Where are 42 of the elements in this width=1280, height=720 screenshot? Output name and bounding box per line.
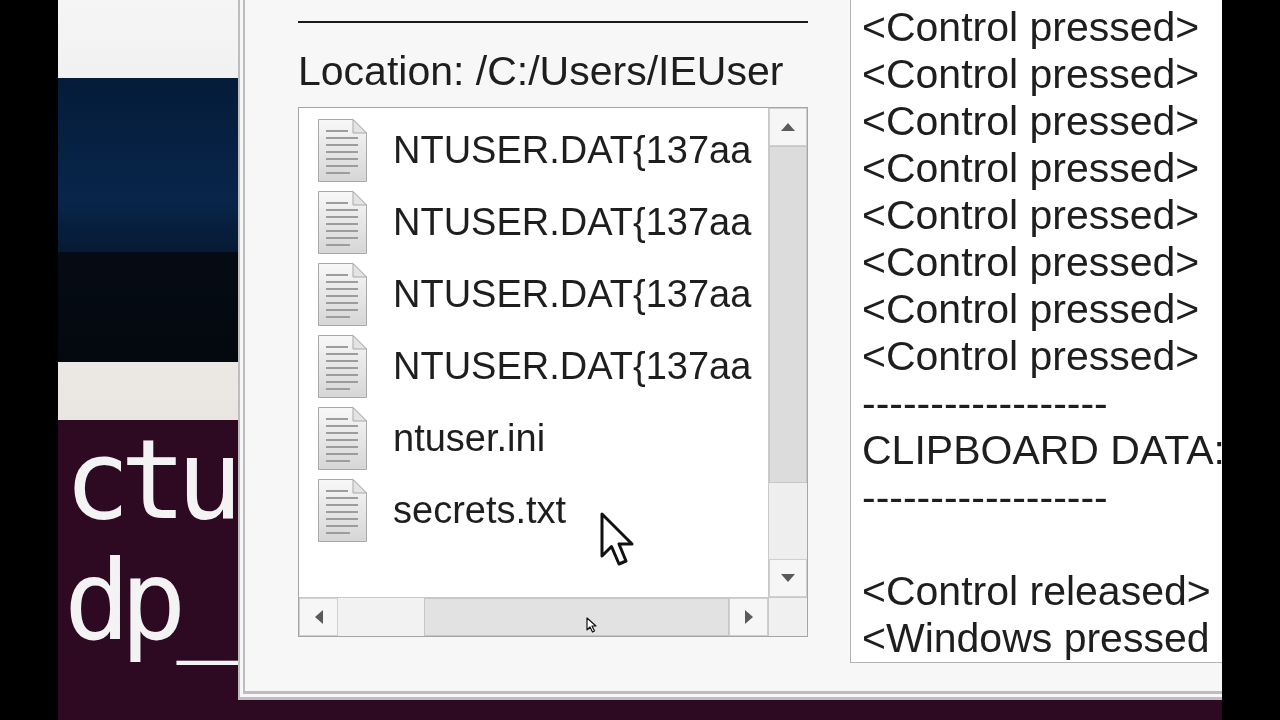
log-line: <Control pressed> [862,4,1200,51]
horizontal-scrollbar[interactable] [299,597,768,636]
log-line: <Control pressed> [862,192,1200,239]
file-item[interactable]: NTUSER.DAT{137aa [318,330,768,402]
log-line: ------------------ [862,380,1108,427]
scroll-up-button[interactable] [769,108,807,146]
log-line: ------------------ [862,474,1108,521]
log-line: <Control pressed> [862,98,1200,145]
left-triangle-icon [314,610,323,624]
vertical-scrollbar[interactable] [768,108,807,597]
document-icon [318,118,367,182]
scroll-left-button[interactable] [299,598,338,636]
scroll-down-button[interactable] [769,559,807,597]
log-line: <Control pressed> [862,333,1200,380]
file-item[interactable]: NTUSER.DAT{137aa [318,114,768,186]
document-icon [318,406,367,470]
log-line: <Control pressed> [862,145,1200,192]
location-label: Location: /C:/Users/IEUser [298,49,784,93]
scrollbar-corner [768,597,807,636]
mouse-pointer-icon [586,617,597,633]
log-line: <Control pressed> [862,286,1200,333]
file-item[interactable]: NTUSER.DAT{137aa [318,186,768,258]
file-item[interactable]: ntuser.ini [318,402,768,474]
terminal-text: ctu [64,420,233,541]
scrollbar-thumb[interactable] [424,598,729,636]
log-line: <Control pressed> [862,51,1200,98]
up-triangle-icon [781,123,795,131]
scrollbar-thumb[interactable] [769,146,807,483]
log-line: <Windows pressed [862,615,1210,662]
log-line: <Control released> [862,568,1211,615]
log-line: CLIPBOARD DATA: [862,427,1222,474]
scroll-right-button[interactable] [729,598,768,636]
document-icon [318,262,367,326]
down-triangle-icon [781,574,795,582]
document-icon [318,478,367,542]
file-item[interactable]: secrets.txt [318,474,768,546]
log-line: <Control pressed> [862,239,1200,286]
document-icon [318,190,367,254]
file-item[interactable]: NTUSER.DAT{137aa [318,258,768,330]
document-icon [318,334,367,398]
mouse-pointer-icon [600,512,634,566]
right-triangle-icon [744,610,753,624]
